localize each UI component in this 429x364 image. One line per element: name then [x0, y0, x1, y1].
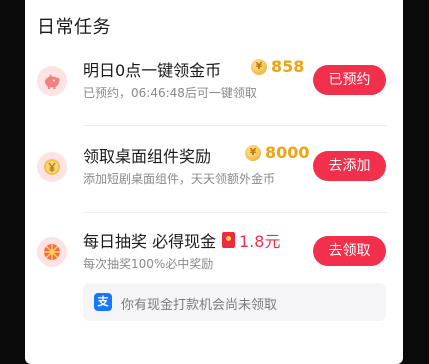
coin-icon: ¥ [245, 144, 261, 161]
task-row-reserve-coins: 明日0点一键领金币 ¥ 858 已预约，06:46:48后可一键领取 已预约 [25, 54, 403, 116]
reward: ¥ 858 [251, 57, 304, 76]
task-row-daily-lottery: 每日抽奖 必得现金 1.8元 每次抽奖100%必中奖励 去领取 [25, 225, 403, 287]
notice-text: 你有现金打款机会尚未领取 [121, 298, 278, 313]
divider [83, 125, 387, 126]
task-title: 领取桌面组件奖励 [83, 147, 212, 166]
yuan-coin-icon [37, 152, 67, 182]
add-widget-button[interactable]: 去添加 [313, 151, 386, 181]
reward: ¥ 8000 [245, 143, 310, 162]
prize-wheel-icon [37, 237, 67, 267]
task-subtitle: 已预约，06:46:48后可一键领取 [83, 86, 257, 100]
cash-payout-notice[interactable]: 支 你有现金打款机会尚未领取 [83, 283, 386, 321]
reward-value: 858 [271, 57, 305, 76]
claim-button[interactable]: 去领取 [313, 236, 386, 266]
task-subtitle: 每次抽奖100%必中奖励 [83, 257, 214, 271]
reward-value: 1.8元 [239, 232, 281, 251]
reserved-button[interactable]: 已预约 [313, 65, 386, 95]
task-title: 明日0点一键领金币 [83, 61, 222, 80]
divider [83, 212, 387, 213]
alipay-icon: 支 [94, 293, 112, 311]
reward-value: 8000 [265, 143, 310, 162]
daily-tasks-card: 日常任务 明日0点一键领金币 ¥ 858 已预约，06:46:48后可一键领取 … [25, 0, 403, 364]
task-title: 每日抽奖 必得现金 [83, 232, 217, 251]
red-envelope-icon [222, 232, 235, 248]
task-row-desktop-widget: 领取桌面组件奖励 ¥ 8000 添加短剧桌面组件，天天领额外金币 去添加 [25, 140, 403, 202]
section-title: 日常任务 [37, 17, 111, 38]
piggy-bank-icon [37, 66, 67, 96]
coin-icon: ¥ [251, 58, 267, 75]
task-subtitle: 添加短剧桌面组件，天天领额外金币 [83, 172, 276, 186]
reward: 1.8元 [222, 228, 280, 252]
